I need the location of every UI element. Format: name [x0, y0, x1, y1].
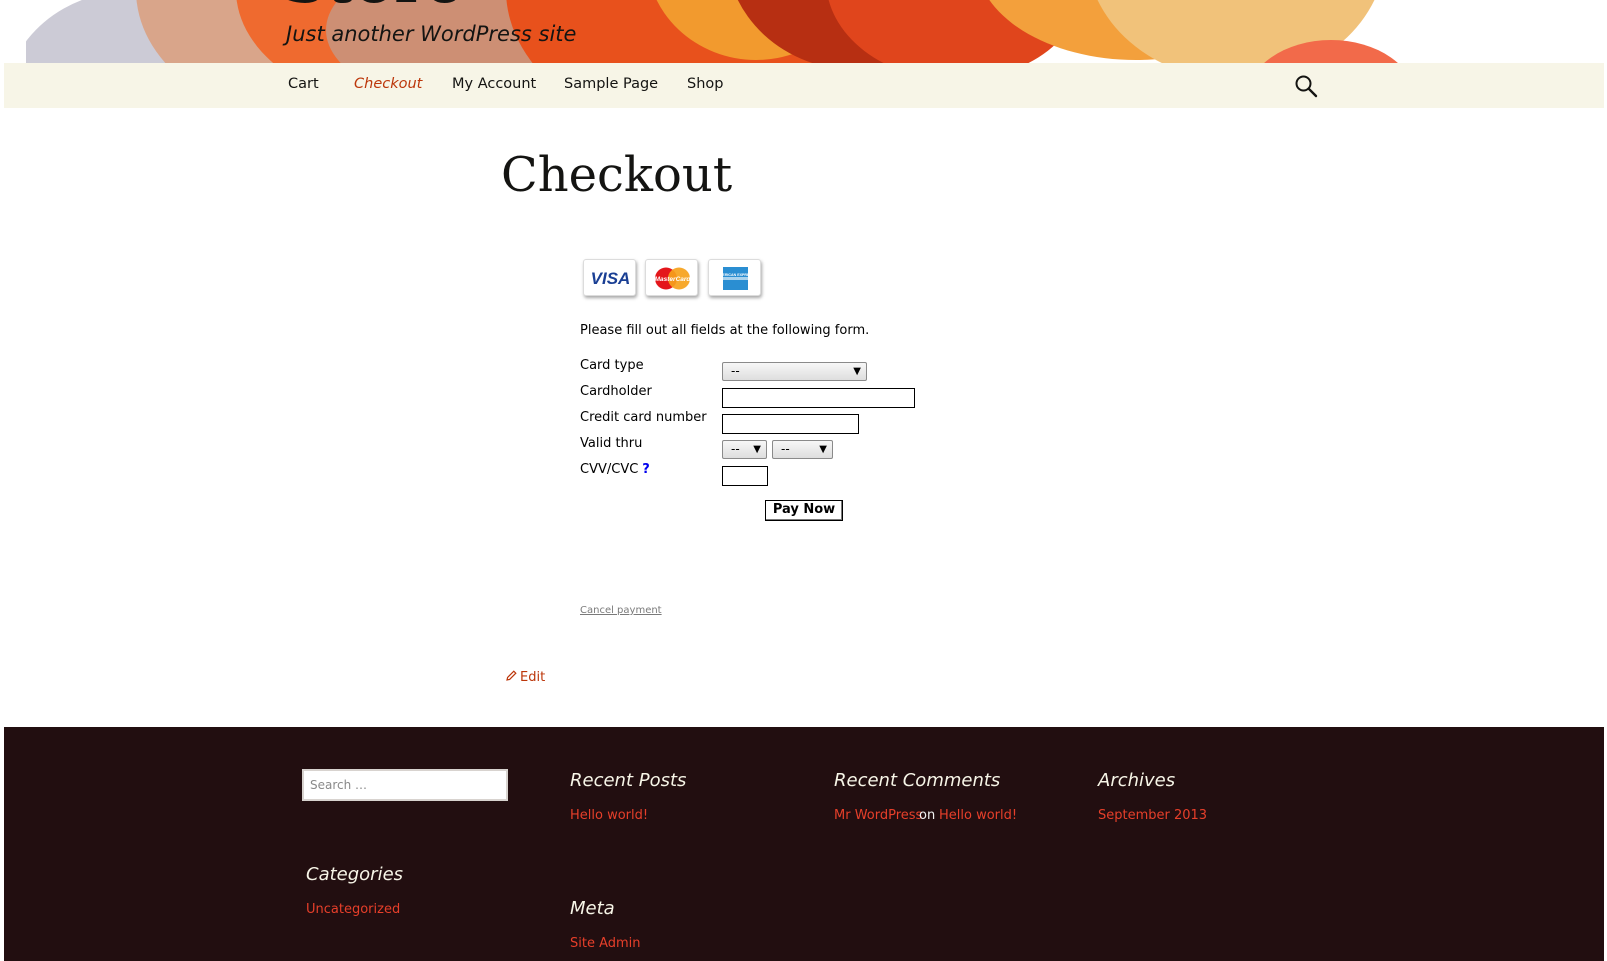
edit-link[interactable]: Edit [506, 670, 545, 685]
comment-post-link[interactable]: Hello world! [939, 808, 1017, 823]
nav-item-sample-page[interactable]: Sample Page [564, 76, 658, 92]
header-background-art [26, 0, 1426, 63]
cvv-input[interactable] [722, 466, 768, 486]
card-number-label: Credit card number [580, 410, 707, 425]
expiry-month-select[interactable]: -- ▼ [722, 440, 767, 459]
comment-on-text: on [919, 808, 936, 823]
amex-label: AMERICAN EXPRESS [717, 273, 755, 277]
valid-thru-label: Valid thru [580, 436, 643, 451]
chevron-down-icon: ▼ [753, 444, 761, 455]
edit-label: Edit [520, 670, 546, 685]
card-type-label: Card type [580, 358, 644, 373]
site-header: Store Just another WordPress site [4, 0, 1604, 63]
site-footer: Search … Recent Posts Hello world! Recen… [4, 727, 1604, 961]
main-navigation: Cart Checkout My Account Sample Page Sho… [4, 63, 1604, 108]
site-admin-link[interactable]: Site Admin [570, 936, 641, 951]
comment-author-link[interactable]: Mr WordPress [834, 808, 922, 823]
archive-link[interactable]: September 2013 [1098, 808, 1207, 823]
mastercard-card-icon: MasterCard [645, 259, 698, 296]
footer-search-input[interactable]: Search … [302, 769, 508, 801]
card-number-input[interactable] [722, 414, 859, 434]
search-icon[interactable] [1294, 74, 1318, 98]
expiry-month-value: -- [731, 442, 740, 456]
cardholder-input[interactable] [722, 388, 915, 408]
cvv-label-text: CVV/CVC [580, 462, 639, 477]
recent-post-link[interactable]: Hello world! [570, 808, 648, 823]
categories-title: Categories [306, 864, 404, 885]
nav-item-shop[interactable]: Shop [687, 76, 723, 92]
cancel-payment-link[interactable]: Cancel payment [580, 605, 662, 616]
visa-card-icon: VISA [583, 259, 636, 296]
site-title[interactable]: Store [284, 0, 464, 16]
category-link[interactable]: Uncategorized [306, 902, 400, 917]
page-title: Checkout [501, 147, 733, 203]
recent-posts-title: Recent Posts [570, 770, 687, 791]
cvv-help-link[interactable]: ? [642, 462, 650, 477]
chevron-down-icon: ▼ [853, 366, 861, 377]
page: Store Just another WordPress site Cart C… [4, 0, 1604, 961]
expiry-year-select[interactable]: -- ▼ [772, 440, 833, 459]
pencil-icon [506, 670, 517, 685]
site-description: Just another WordPress site [286, 22, 577, 46]
amex-card-icon: AMERICAN EXPRESS [708, 259, 761, 296]
pay-now-button[interactable]: Pay Now [765, 500, 843, 521]
cvv-label: CVV/CVC? [580, 462, 650, 477]
nav-item-checkout[interactable]: Checkout [354, 76, 422, 92]
nav-item-cart[interactable]: Cart [288, 76, 319, 92]
mastercard-label: MasterCard [655, 276, 692, 283]
archives-title: Archives [1098, 770, 1176, 791]
card-type-value: -- [731, 364, 740, 378]
chevron-down-icon: ▼ [819, 444, 827, 455]
form-instructions: Please fill out all fields at the follow… [580, 323, 870, 338]
cardholder-label: Cardholder [580, 384, 652, 399]
card-type-select[interactable]: -- ▼ [722, 362, 867, 381]
visa-label: VISA [591, 269, 631, 288]
recent-comments-title: Recent Comments [834, 770, 1001, 791]
meta-title: Meta [570, 898, 615, 919]
nav-item-my-account[interactable]: My Account [452, 76, 536, 92]
expiry-year-value: -- [781, 442, 790, 456]
